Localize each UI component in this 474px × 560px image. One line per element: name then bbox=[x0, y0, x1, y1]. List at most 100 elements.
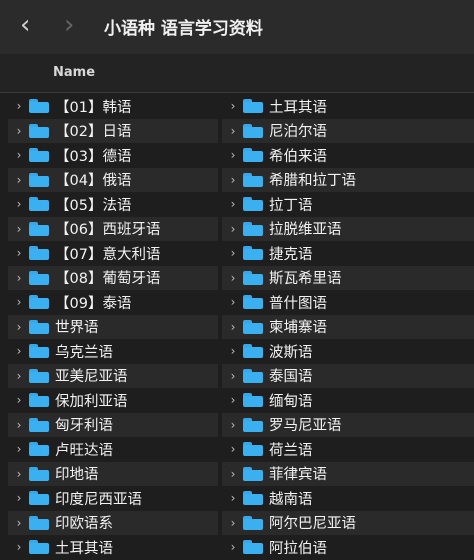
folder-row[interactable]: › 缅甸语 bbox=[222, 388, 474, 413]
folder-label: 希腊和拉丁语 bbox=[269, 173, 356, 190]
folder-row[interactable]: › 波斯语 bbox=[222, 339, 474, 364]
folder-row[interactable]: › 越南语 bbox=[222, 486, 474, 511]
folder-row[interactable]: › 罗马尼亚语 bbox=[222, 412, 474, 437]
disclosure-chevron-icon[interactable]: › bbox=[12, 173, 26, 187]
folder-row[interactable]: › 匈牙利语 bbox=[8, 412, 218, 437]
folder-row[interactable]: › 【08】葡萄牙语 bbox=[8, 265, 218, 290]
folder-row[interactable]: › 菲律宾语 bbox=[222, 461, 474, 486]
folder-row[interactable]: › 乌克兰语 bbox=[8, 339, 218, 364]
folder-row[interactable]: › 尼泊尔语 bbox=[222, 118, 474, 143]
disclosure-chevron-icon[interactable]: › bbox=[12, 246, 26, 260]
chevron-right-icon[interactable]: › bbox=[64, 10, 74, 40]
disclosure-chevron-icon[interactable]: › bbox=[12, 222, 26, 236]
folder-label: 阿尔巴尼亚语 bbox=[269, 516, 356, 533]
folder-row[interactable]: › 【01】韩语 bbox=[8, 94, 218, 119]
folder-row[interactable]: › 拉丁语 bbox=[222, 192, 474, 217]
disclosure-chevron-icon[interactable]: › bbox=[12, 99, 26, 113]
folder-row[interactable]: › 普什图语 bbox=[222, 290, 474, 315]
disclosure-chevron-icon[interactable]: › bbox=[226, 442, 240, 456]
folder-row[interactable]: › 亚美尼亚语 bbox=[8, 363, 218, 388]
folder-icon bbox=[29, 319, 49, 334]
folder-row[interactable]: › 【02】日语 bbox=[8, 118, 218, 143]
folder-row[interactable]: › 泰国语 bbox=[222, 363, 474, 388]
folder-icon bbox=[243, 221, 263, 236]
folder-label: 越南语 bbox=[269, 491, 313, 508]
disclosure-chevron-icon[interactable]: › bbox=[12, 295, 26, 309]
folder-row[interactable]: › 【06】西班牙语 bbox=[8, 216, 218, 241]
folder-icon bbox=[29, 295, 49, 310]
folder-row[interactable]: › 卢旺达语 bbox=[8, 437, 218, 462]
folder-label: 【02】日语 bbox=[55, 124, 132, 141]
disclosure-chevron-icon[interactable]: › bbox=[12, 148, 26, 162]
folder-row[interactable]: › 斯瓦希里语 bbox=[222, 265, 474, 290]
disclosure-chevron-icon[interactable]: › bbox=[12, 442, 26, 456]
folder-row[interactable]: › 印度尼西亚语 bbox=[8, 486, 218, 511]
disclosure-chevron-icon[interactable]: › bbox=[226, 246, 240, 260]
disclosure-chevron-icon[interactable]: › bbox=[12, 344, 26, 358]
disclosure-chevron-icon[interactable]: › bbox=[226, 271, 240, 285]
disclosure-chevron-icon[interactable]: › bbox=[226, 99, 240, 113]
folder-icon bbox=[243, 491, 263, 506]
folder-icon bbox=[243, 246, 263, 261]
folder-label: 拉脱维亚语 bbox=[269, 222, 342, 239]
folder-label: 缅甸语 bbox=[269, 393, 313, 410]
disclosure-chevron-icon[interactable]: › bbox=[226, 320, 240, 334]
disclosure-chevron-icon[interactable]: › bbox=[226, 148, 240, 162]
disclosure-chevron-icon[interactable]: › bbox=[12, 393, 26, 407]
folder-row[interactable]: › 捷克语 bbox=[222, 241, 474, 266]
folder-label: 尼泊尔语 bbox=[269, 124, 327, 141]
disclosure-chevron-icon[interactable]: › bbox=[12, 418, 26, 432]
folder-row[interactable]: › 世界语 bbox=[8, 314, 218, 339]
folder-icon bbox=[243, 172, 263, 187]
folder-row[interactable]: › 土耳其语 bbox=[8, 535, 218, 560]
folder-row[interactable]: › 保加利亚语 bbox=[8, 388, 218, 413]
folder-label: 土耳其语 bbox=[55, 540, 113, 557]
disclosure-chevron-icon[interactable]: › bbox=[12, 124, 26, 138]
folder-icon bbox=[29, 344, 49, 359]
folder-row[interactable]: › 希伯来语 bbox=[222, 143, 474, 168]
folder-row[interactable]: › 柬埔寨语 bbox=[222, 314, 474, 339]
disclosure-chevron-icon[interactable]: › bbox=[12, 491, 26, 505]
disclosure-chevron-icon[interactable]: › bbox=[12, 467, 26, 481]
disclosure-chevron-icon[interactable]: › bbox=[226, 540, 240, 554]
disclosure-chevron-icon[interactable]: › bbox=[12, 369, 26, 383]
chevron-left-icon[interactable]: ‹ bbox=[20, 10, 30, 40]
folder-row[interactable]: › 【04】俄语 bbox=[8, 167, 218, 192]
disclosure-chevron-icon[interactable]: › bbox=[226, 491, 240, 505]
folder-row[interactable]: › 【09】泰语 bbox=[8, 290, 218, 315]
folder-row[interactable]: › 阿尔巴尼亚语 bbox=[222, 510, 474, 535]
folder-label: 柬埔寨语 bbox=[269, 320, 327, 337]
disclosure-chevron-icon[interactable]: › bbox=[226, 393, 240, 407]
folder-icon bbox=[243, 515, 263, 530]
folder-label: 【03】德语 bbox=[55, 148, 132, 165]
folder-row[interactable]: › 土耳其语 bbox=[222, 94, 474, 119]
disclosure-chevron-icon[interactable]: › bbox=[12, 197, 26, 211]
disclosure-chevron-icon[interactable]: › bbox=[226, 344, 240, 358]
folder-row[interactable]: › 印欧语系 bbox=[8, 510, 218, 535]
disclosure-chevron-icon[interactable]: › bbox=[226, 124, 240, 138]
folder-row[interactable]: › 【07】意大利语 bbox=[8, 241, 218, 266]
folder-row[interactable]: › 【03】德语 bbox=[8, 143, 218, 168]
disclosure-chevron-icon[interactable]: › bbox=[226, 173, 240, 187]
disclosure-chevron-icon[interactable]: › bbox=[226, 467, 240, 481]
disclosure-chevron-icon[interactable]: › bbox=[12, 320, 26, 334]
disclosure-chevron-icon[interactable]: › bbox=[12, 271, 26, 285]
folder-row[interactable]: › 阿拉伯语 bbox=[222, 535, 474, 560]
folder-row[interactable]: › 印地语 bbox=[8, 461, 218, 486]
disclosure-chevron-icon[interactable]: › bbox=[12, 540, 26, 554]
disclosure-chevron-icon[interactable]: › bbox=[226, 197, 240, 211]
disclosure-chevron-icon[interactable]: › bbox=[12, 516, 26, 530]
folder-icon bbox=[243, 393, 263, 408]
folder-row[interactable]: › 【05】法语 bbox=[8, 192, 218, 217]
disclosure-chevron-icon[interactable]: › bbox=[226, 295, 240, 309]
disclosure-chevron-icon[interactable]: › bbox=[226, 222, 240, 236]
folder-row[interactable]: › 拉脱维亚语 bbox=[222, 216, 474, 241]
folder-label: 拉丁语 bbox=[269, 197, 313, 214]
folder-row[interactable]: › 荷兰语 bbox=[222, 437, 474, 462]
folder-row[interactable]: › 希腊和拉丁语 bbox=[222, 167, 474, 192]
folder-label: 印度尼西亚语 bbox=[55, 491, 142, 508]
disclosure-chevron-icon[interactable]: › bbox=[226, 369, 240, 383]
name-column-header[interactable]: Name bbox=[53, 65, 95, 80]
disclosure-chevron-icon[interactable]: › bbox=[226, 516, 240, 530]
disclosure-chevron-icon[interactable]: › bbox=[226, 418, 240, 432]
